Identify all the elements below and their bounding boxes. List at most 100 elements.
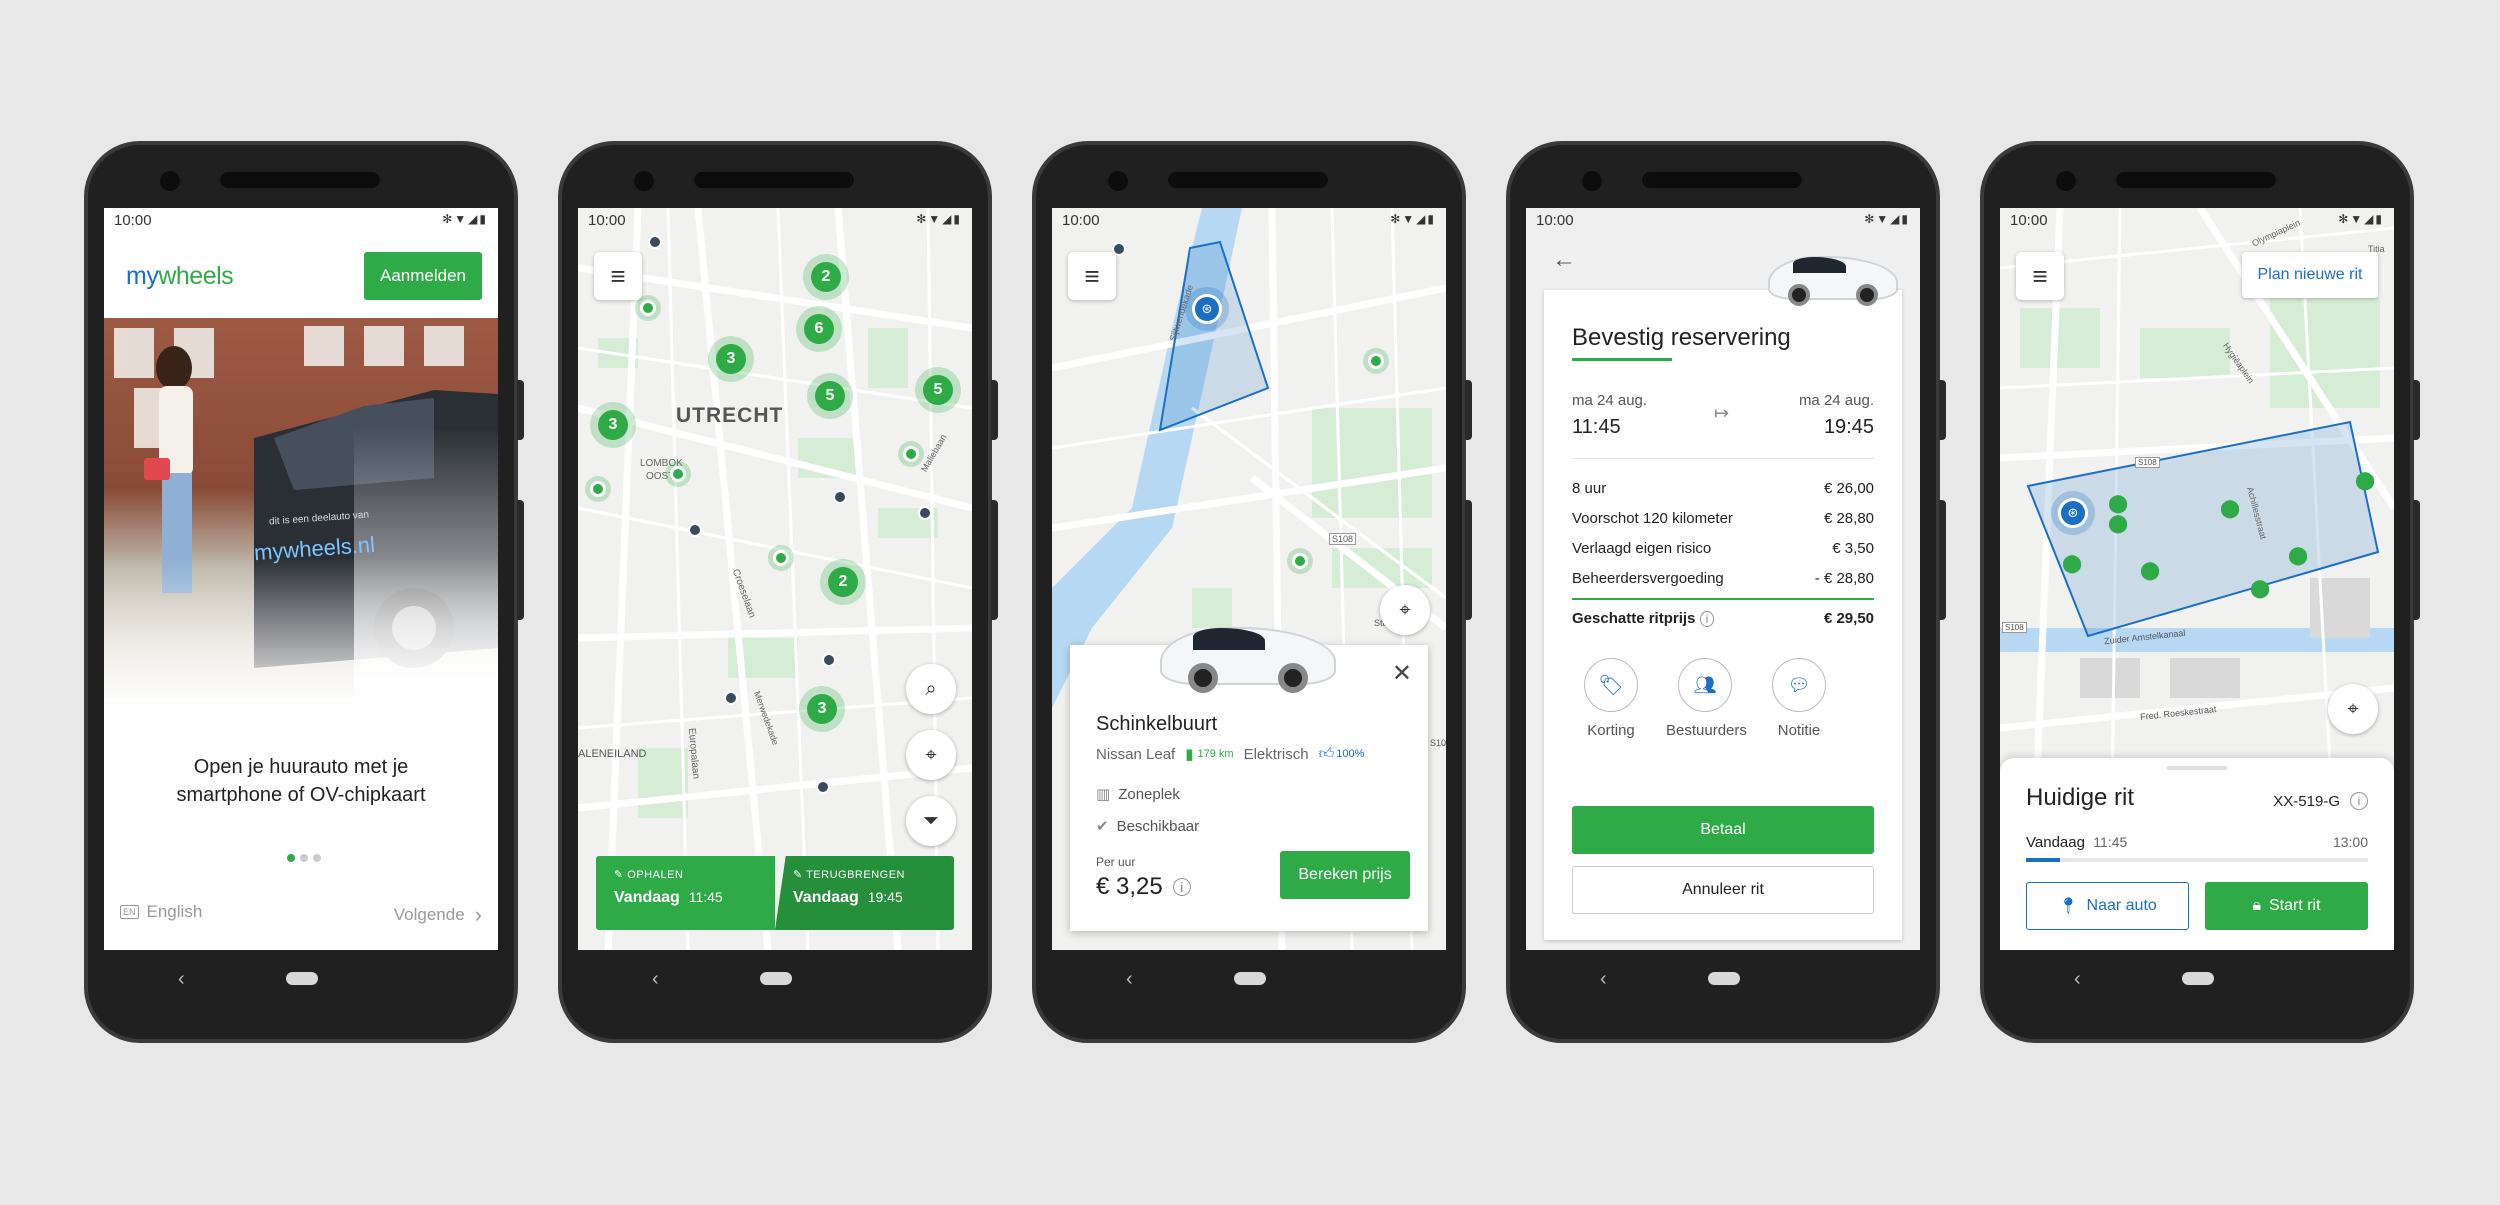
carousel-dots[interactable] bbox=[287, 854, 321, 862]
home-pill[interactable] bbox=[760, 972, 792, 985]
selected-car-pin[interactable]: ⊛ bbox=[2058, 498, 2088, 528]
trip-title: Huidige rit bbox=[2026, 784, 2135, 811]
language-switch[interactable]: EN English bbox=[120, 902, 202, 922]
screen-map: UTRECHT LOMBOK OOST Croeselaan Europalaa… bbox=[578, 208, 972, 950]
front-camera bbox=[1108, 171, 1128, 191]
car-pin[interactable] bbox=[670, 466, 686, 482]
search-button[interactable]: ⌕ bbox=[906, 664, 956, 714]
car-pin[interactable] bbox=[590, 481, 606, 497]
language-label: English bbox=[146, 902, 203, 921]
back-icon[interactable]: ‹ bbox=[178, 968, 185, 991]
login-button[interactable]: Aanmelden bbox=[364, 252, 482, 300]
zone-label: Zoneplek bbox=[1118, 785, 1180, 803]
selected-car-pin[interactable]: ⊛ bbox=[1192, 294, 1222, 324]
fuel-type: Elektrisch bbox=[1243, 745, 1309, 763]
car-cluster[interactable]: 2 bbox=[803, 254, 849, 300]
charger-pin[interactable]: ⬤ bbox=[2140, 560, 2160, 581]
availability-label: Beschikbaar bbox=[1116, 817, 1200, 835]
navigate-to-car-button[interactable]: 📍︎ Naar auto bbox=[2026, 882, 2189, 930]
back-icon[interactable]: ‹ bbox=[1126, 968, 1133, 991]
car-cluster[interactable]: 3 bbox=[590, 402, 636, 448]
title-underline bbox=[1572, 358, 1672, 361]
home-pill[interactable] bbox=[1234, 972, 1266, 985]
car-pin[interactable] bbox=[1292, 553, 1308, 569]
close-icon[interactable]: ✕ bbox=[1392, 659, 1412, 688]
drivers-action[interactable]: 👥︎ Bestuurders bbox=[1666, 658, 1747, 739]
reserved-car-pin[interactable] bbox=[688, 523, 702, 537]
menu-button[interactable]: ≡ bbox=[1068, 252, 1116, 300]
back-icon[interactable]: ‹ bbox=[2074, 968, 2081, 991]
start-trip-button[interactable]: 🔒︎ Start rit bbox=[2205, 882, 2368, 930]
reserved-car-pin[interactable] bbox=[918, 506, 932, 520]
people-icon: 👥︎ bbox=[1678, 658, 1732, 712]
charger-pin[interactable]: ⬤ bbox=[2108, 493, 2128, 514]
pay-button[interactable]: Betaal bbox=[1572, 806, 1874, 854]
car-cluster[interactable]: 5 bbox=[807, 373, 853, 419]
car-pin[interactable] bbox=[640, 300, 656, 316]
pickup-day: Vandaag bbox=[614, 889, 680, 906]
car-cluster[interactable]: 5 bbox=[915, 367, 961, 413]
battery-icon: ▮ bbox=[1185, 746, 1194, 763]
reserved-car-pin[interactable] bbox=[833, 490, 847, 504]
charger-pin[interactable]: ⬤ bbox=[2220, 498, 2240, 519]
line-value: € 26,00 bbox=[1823, 480, 1874, 497]
plan-new-trip-button[interactable]: Plan nieuwe rit bbox=[2242, 252, 2378, 298]
menu-button[interactable]: ≡ bbox=[594, 252, 642, 300]
back-icon[interactable]: ‹ bbox=[652, 968, 659, 991]
home-pill[interactable] bbox=[286, 972, 318, 985]
status-time: 10:00 bbox=[114, 212, 152, 229]
charger-pin[interactable]: ⬤ bbox=[2108, 513, 2128, 534]
price-line: Voorschot 120 kilometer € 28,80 bbox=[1572, 510, 1874, 540]
car-cluster[interactable]: 3 bbox=[708, 336, 754, 382]
info-icon[interactable]: i bbox=[1172, 878, 1191, 896]
reserved-car-pin[interactable] bbox=[724, 691, 738, 705]
speaker-grille bbox=[220, 172, 380, 188]
tagline: Open je huurauto met je smartphone of OV… bbox=[176, 756, 426, 806]
home-pill[interactable] bbox=[1708, 972, 1740, 985]
reserved-car-pin[interactable] bbox=[648, 235, 662, 249]
info-icon[interactable]: i bbox=[1699, 611, 1715, 627]
home-pill[interactable] bbox=[2182, 972, 2214, 985]
charger-pin[interactable]: ⬤ bbox=[2062, 553, 2082, 574]
back-icon[interactable]: ‹ bbox=[1600, 968, 1607, 991]
filter-button[interactable]: ⏷ bbox=[906, 796, 956, 846]
availability-row: ✔ Beschikbaar bbox=[1096, 817, 1200, 836]
menu-button[interactable]: ≡ bbox=[2016, 252, 2064, 300]
car-image bbox=[1768, 256, 1898, 306]
car-pin[interactable] bbox=[1368, 353, 1384, 369]
reserved-car-pin[interactable] bbox=[822, 653, 836, 667]
car-cluster[interactable]: 3 bbox=[799, 686, 845, 732]
phone-car-detail: Sijtwendekade S108 S10 Sta ⊛ 10:00 ✻▼◢▮ ≡… bbox=[1032, 141, 1472, 1043]
system-nav: ‹ bbox=[562, 950, 988, 1020]
sheet-handle[interactable] bbox=[2167, 766, 2227, 770]
info-icon[interactable]: i bbox=[2350, 792, 2368, 810]
calculate-price-button[interactable]: Bereken prijs bbox=[1280, 851, 1410, 899]
discount-action[interactable]: 🏷︎ Korting bbox=[1572, 658, 1650, 739]
price-caption: Per uur bbox=[1096, 855, 1136, 869]
action-label: Korting bbox=[1587, 722, 1635, 739]
logo-wheels: wheels bbox=[158, 262, 234, 290]
cancel-button[interactable]: Annuleer rit bbox=[1572, 866, 1874, 914]
hero-illustration bbox=[104, 326, 498, 698]
car-pin[interactable] bbox=[773, 550, 789, 566]
charger-pin[interactable]: ⬤ bbox=[2288, 545, 2308, 566]
charger-pin[interactable]: ⬤ bbox=[2355, 470, 2375, 491]
return-button[interactable]: ✎ TERUGBRENGEN Vandaag 19:45 bbox=[775, 856, 954, 930]
locate-button[interactable]: ⌖ bbox=[2328, 684, 2378, 734]
car-pin[interactable] bbox=[903, 446, 919, 462]
note-action[interactable]: 💬︎ Notitie bbox=[1760, 658, 1838, 739]
reserved-car-pin[interactable] bbox=[816, 780, 830, 794]
pencil-icon: ✎ bbox=[614, 869, 628, 881]
page-title: Bevestig reservering bbox=[1572, 324, 1791, 351]
next-button[interactable]: Volgende › bbox=[394, 902, 482, 928]
line-label: Verlaagd eigen risico bbox=[1572, 540, 1712, 557]
locate-button[interactable]: ⌖ bbox=[1380, 585, 1430, 635]
pickup-button[interactable]: ✎ OPHALEN Vandaag 11:45 bbox=[596, 856, 775, 930]
trip-day: Vandaag bbox=[2026, 834, 2085, 851]
car-cluster[interactable]: 2 bbox=[820, 559, 866, 605]
back-arrow-icon[interactable]: ← bbox=[1552, 246, 1576, 274]
charger-pin[interactable]: ⬤ bbox=[2250, 578, 2270, 599]
locate-button[interactable]: ⌖ bbox=[906, 730, 956, 780]
system-nav: ‹ bbox=[1036, 950, 1462, 1020]
car-cluster[interactable]: 6 bbox=[796, 306, 842, 352]
